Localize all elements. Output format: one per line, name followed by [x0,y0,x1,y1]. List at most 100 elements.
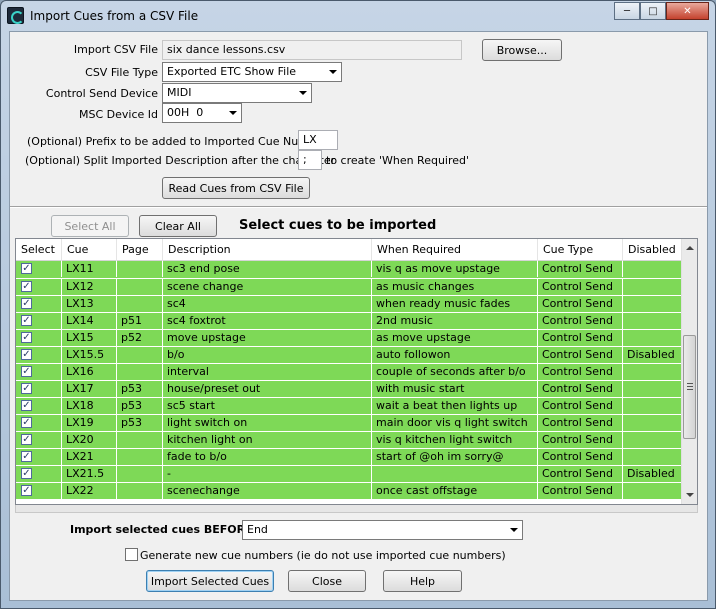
select-cell: ✓ [16,466,62,482]
msc-device-select[interactable]: 00H 0 [162,103,242,123]
column-header-disabled[interactable]: Disabled [623,239,683,261]
table-row[interactable]: ✓ LX12 scene change as music changes Control… [16,278,683,295]
row-select-checkbox[interactable]: ✓ [21,485,32,496]
table-row[interactable]: ✓ LX19 p53 light switch on main door vis q l… [16,414,683,431]
clear-all-button[interactable]: Clear All [139,215,217,237]
disabled-cell [623,398,683,414]
caption-buttons: ─ □ ✕ [614,2,709,20]
browse-button[interactable]: Browse... [482,39,562,61]
close-window-button[interactable]: ✕ [666,2,709,20]
row-select-checkbox[interactable]: ✓ [21,383,32,394]
page-cell: p52 [117,330,163,346]
prefix-input[interactable]: LX [298,130,338,150]
grip-icon [687,383,693,390]
minimize-button[interactable]: ─ [614,2,640,20]
generate-cue-numbers-label: Generate new cue numbers (ie do not use … [140,549,506,562]
column-header-cue-type[interactable]: Cue Type [538,239,623,261]
scroll-thumb[interactable] [683,335,696,439]
close-button[interactable]: Close [288,570,366,592]
chevron-down-icon [229,111,237,115]
table-row[interactable]: ✓ LX16 interval couple of seconds after b/o… [16,363,683,380]
csv-file-field: six dance lessons.csv [162,40,462,60]
column-header-when-required[interactable]: When Required [372,239,538,261]
description-cell: sc5 start [163,398,372,414]
cue-type-cell: Control Send [538,432,623,448]
cue-type-cell: Control Send [538,381,623,397]
maximize-button[interactable]: □ [640,2,666,20]
import-selected-cues-button[interactable]: Import Selected Cues [146,570,274,592]
when-required-cell: 2nd music [372,313,538,329]
read-cues-button[interactable]: Read Cues from CSV File [162,177,310,199]
table-row[interactable]: ✓ LX11 sc3 end pose vis q as move upstage Co… [16,261,683,278]
table-row[interactable]: ✓ LX15.5 b/o auto followon Control Send Disab… [16,346,683,363]
cue-cell: LX13 [62,296,117,312]
chevron-down-icon [329,70,337,74]
import-before-select[interactable]: End [242,520,523,540]
row-select-checkbox[interactable]: ✓ [21,417,32,428]
page-cell: p51 [117,313,163,329]
select-cell: ✓ [16,432,62,448]
cue-type-cell: Control Send [538,398,623,414]
cue-cell: LX21.5 [62,466,117,482]
table-row[interactable]: ✓ LX17 p53 house/preset out with music start… [16,380,683,397]
import-cues-window: Import Cues from a CSV File ─ □ ✕ Import… [0,0,716,609]
cues-heading: Select cues to be imported [239,218,437,233]
column-header-select[interactable]: Select [16,239,62,261]
table-row[interactable]: ✓ LX18 p53 sc5 start wait a beat then lights… [16,397,683,414]
table-row[interactable]: ✓ LX21.5 - Control Send Disabled [16,465,683,482]
column-header-description[interactable]: Description [163,239,372,261]
help-button[interactable]: Help [383,570,462,592]
table-row[interactable]: ✓ LX20 kitchen light on vis q kitchen light… [16,431,683,448]
column-header-cue[interactable]: Cue [62,239,117,261]
page-cell [117,432,163,448]
control-device-select[interactable]: MIDI [162,83,312,103]
file-type-select[interactable]: Exported ETC Show File [162,62,342,82]
select-cell: ✓ [16,364,62,380]
generate-cue-numbers-checkbox[interactable] [125,548,138,561]
title-bar: Import Cues from a CSV File ─ □ ✕ [1,1,715,31]
row-select-checkbox[interactable]: ✓ [21,366,32,377]
row-select-checkbox[interactable]: ✓ [21,332,32,343]
horizontal-scrollbar[interactable] [15,505,698,513]
cue-type-cell: Control Send [538,415,623,431]
table-row[interactable]: ✓ LX22 scenechange once cast offstage Contro… [16,482,683,499]
table-row[interactable]: ✓ LX15 p52 move upstage as move upstage Contr… [16,329,683,346]
cue-cell: LX15.5 [62,347,117,363]
table-row[interactable]: ✓ LX13 sc4 when ready music fades Control Se… [16,295,683,312]
description-cell: light switch on [163,415,372,431]
table-row[interactable]: ✓ LX21 fade to b/o start of @oh im sorry@ Co… [16,448,683,465]
cue-cell: LX18 [62,398,117,414]
when-required-cell: couple of seconds after b/o [372,364,538,380]
cue-cell: LX11 [62,261,117,277]
row-select-checkbox[interactable]: ✓ [21,434,32,445]
row-select-checkbox[interactable]: ✓ [21,263,32,274]
row-select-checkbox[interactable]: ✓ [21,451,32,462]
description-cell: house/preset out [163,381,372,397]
row-select-checkbox[interactable]: ✓ [21,468,32,479]
section-divider [10,206,707,208]
row-select-checkbox[interactable]: ✓ [21,349,32,360]
select-cell: ✓ [16,313,62,329]
table-row[interactable]: ✓ LX14 p51 sc4 foxtrot 2nd music Control Send [16,312,683,329]
select-cell: ✓ [16,483,62,499]
vertical-scrollbar[interactable] [681,239,697,504]
scroll-down-icon[interactable] [686,493,694,497]
scroll-up-icon[interactable] [686,246,694,250]
row-select-checkbox[interactable]: ✓ [21,315,32,326]
select-all-button[interactable]: Select All [51,215,129,237]
cue-cell: LX16 [62,364,117,380]
split-input[interactable]: ; [298,150,322,170]
when-required-cell: as music changes [372,279,538,295]
disabled-cell [623,296,683,312]
when-required-cell: auto followon [372,347,538,363]
msc-device-label: MSC Device Id [79,108,158,121]
disabled-cell [623,261,683,277]
when-required-cell: when ready music fades [372,296,538,312]
row-select-checkbox[interactable]: ✓ [21,281,32,292]
import-before-value: End [247,523,268,536]
description-cell: scenechange [163,483,372,499]
row-select-checkbox[interactable]: ✓ [21,298,32,309]
column-header-page[interactable]: Page [117,239,163,261]
row-select-checkbox[interactable]: ✓ [21,400,32,411]
cue-type-cell: Control Send [538,364,623,380]
